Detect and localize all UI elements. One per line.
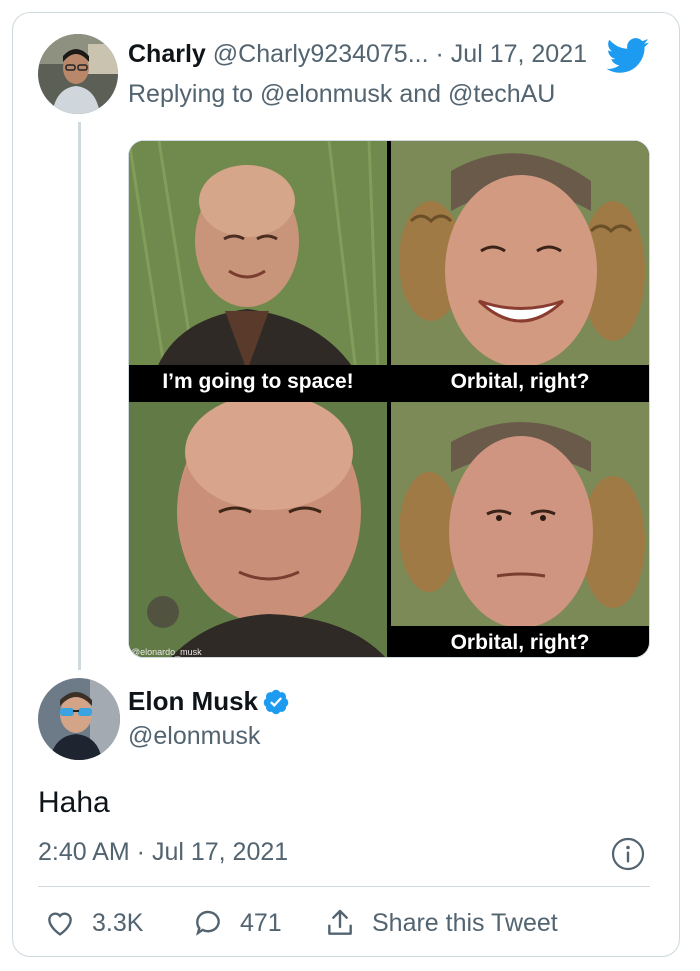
tweet-timestamp[interactable]: 2:40 AM · Jul 17, 2021 (38, 838, 288, 867)
meme-image[interactable]: I’m going to space! Orbital, right? @elo… (128, 140, 650, 658)
share-label: Share this Tweet (372, 908, 558, 937)
elon-avatar[interactable] (38, 678, 120, 760)
meme-panel-2: Orbital, right? (391, 141, 649, 398)
charly-avatar[interactable] (38, 34, 118, 114)
main-display-name[interactable]: Elon Musk (128, 686, 258, 717)
main-handle[interactable]: @elonmusk (128, 722, 260, 751)
reply-bubble-icon (195, 910, 220, 936)
meme-panel-1: I’m going to space! (129, 141, 387, 398)
reply-display-name[interactable]: Charly (128, 40, 206, 68)
heart-icon (48, 912, 72, 936)
twitter-bird-icon (606, 38, 650, 79)
meme-caption-3: Orbital, right? (391, 626, 649, 657)
like-action[interactable]: 3.3K (44, 905, 143, 941)
verified-badge-icon (262, 688, 290, 721)
share-icon (328, 909, 352, 935)
share-action[interactable]: Share this Tweet (324, 905, 558, 941)
meme-watermark: @elonardo_musk (131, 647, 202, 657)
reply-handle[interactable]: @Charly9234075... (213, 40, 429, 68)
like-count: 3.3K (92, 908, 144, 937)
meme-caption-2: Orbital, right? (391, 365, 649, 398)
meme-caption-1: I’m going to space! (129, 365, 387, 398)
reply-date[interactable]: Jul 17, 2021 (451, 40, 587, 68)
reply-count: 471 (240, 908, 282, 937)
info-icon[interactable] (611, 837, 645, 876)
header-separator: · (435, 40, 444, 68)
reply-header: Charly @Charly9234075... · Jul 17, 2021 (128, 40, 587, 69)
meme-panel-4: Orbital, right? (391, 402, 649, 657)
tweet-text: Haha (38, 786, 110, 819)
thread-connector-line (78, 122, 81, 670)
meme-panel-3: @elonardo_musk (129, 402, 387, 657)
replying-to-line[interactable]: Replying to @elonmusk and @techAU (128, 80, 555, 109)
divider (38, 886, 650, 887)
reply-action[interactable]: 471 (192, 905, 282, 941)
